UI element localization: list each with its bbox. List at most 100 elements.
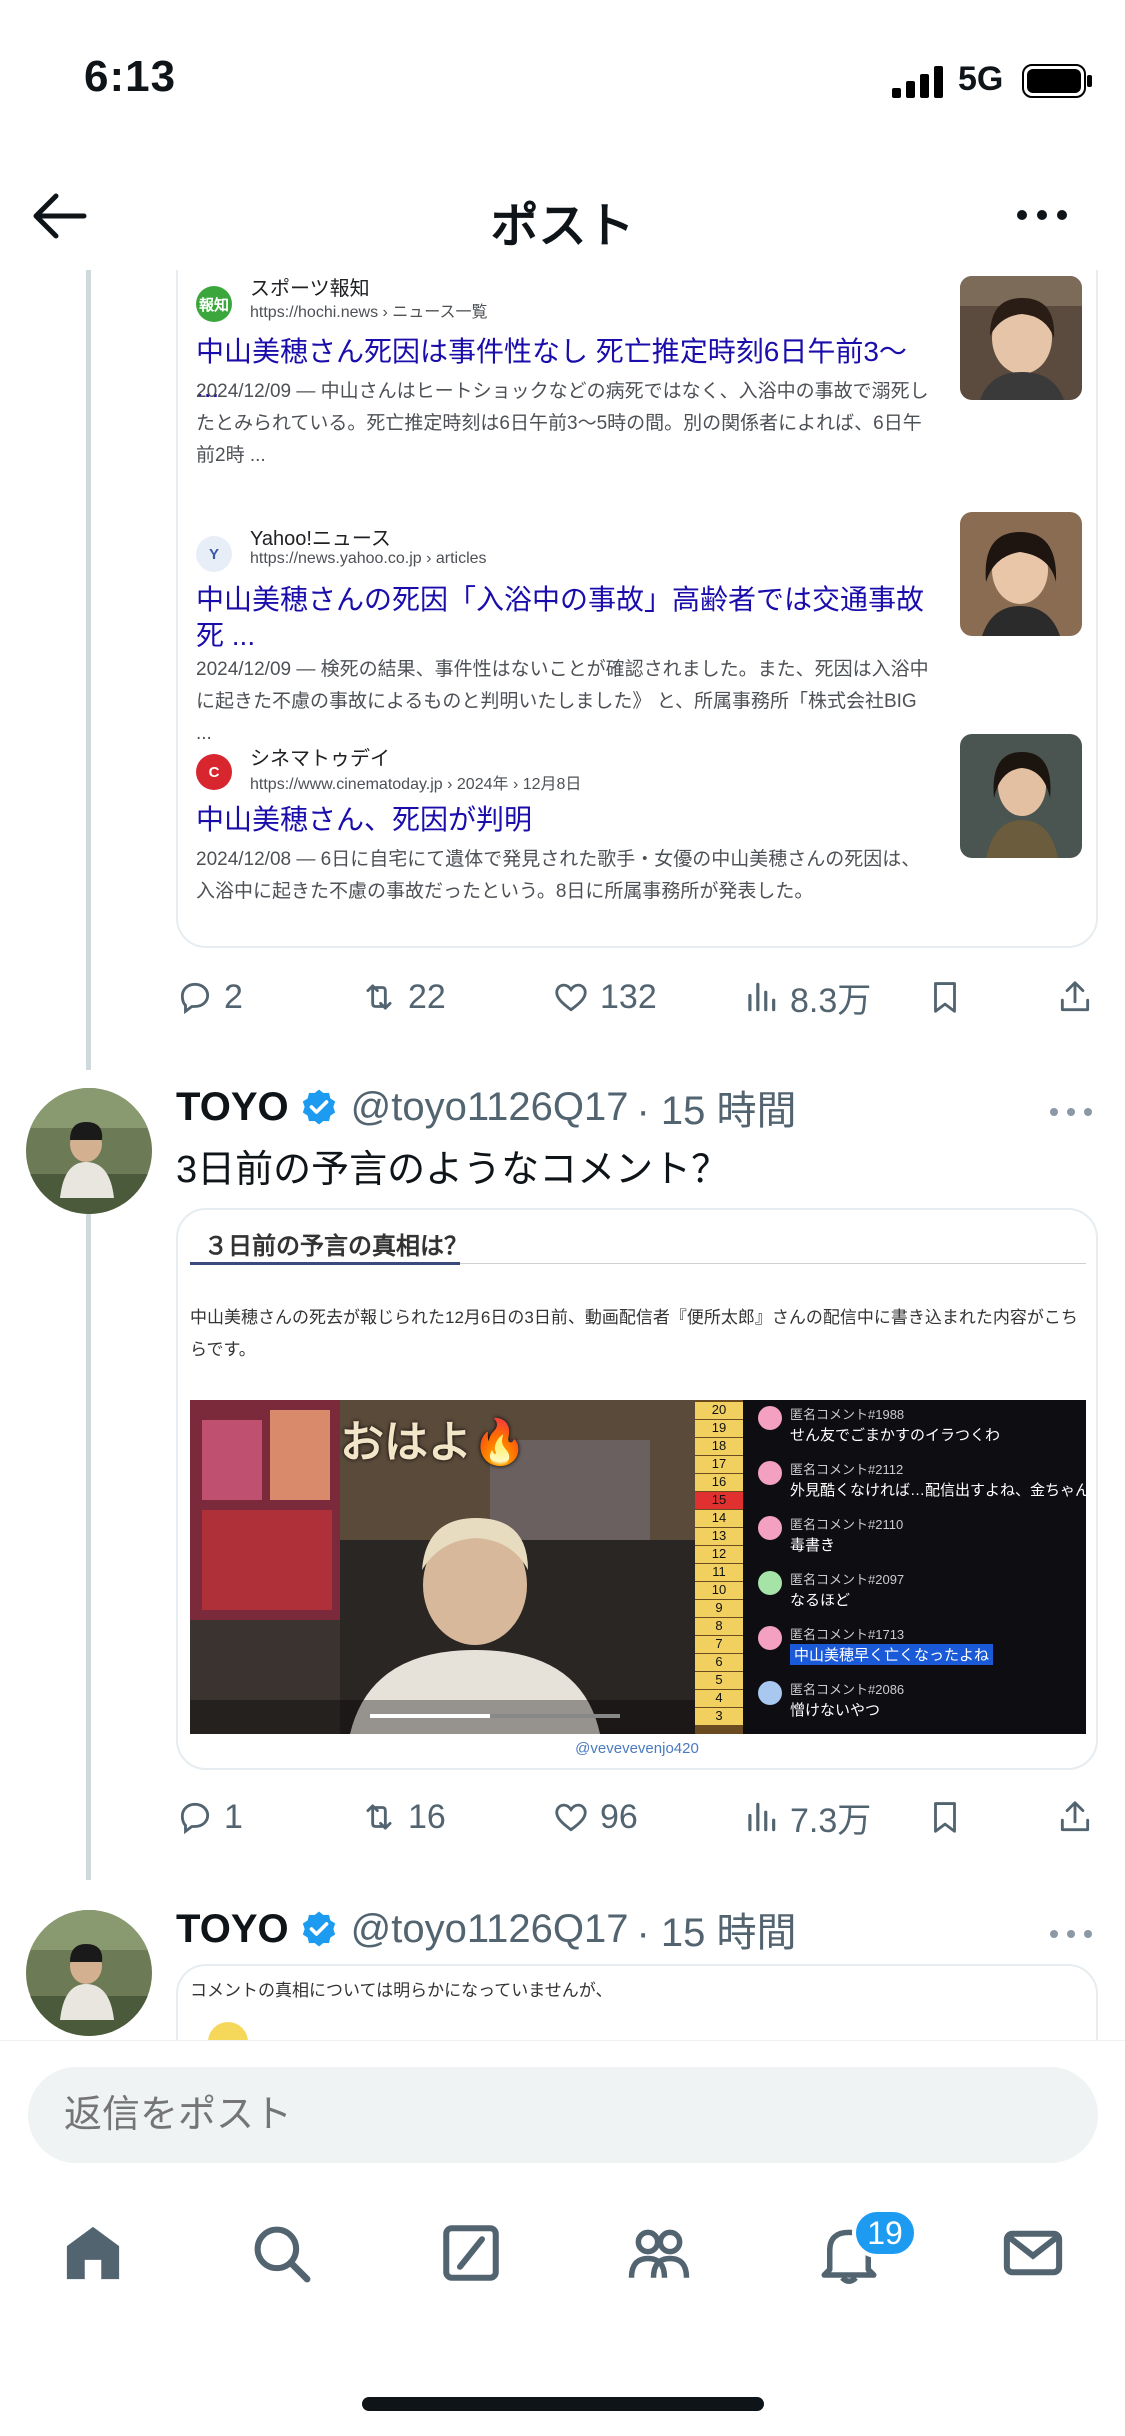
chat-comment: 匿名コメント#2097 なるほど — [750, 1565, 1086, 1620]
views-button[interactable]: 8.3万 — [742, 972, 871, 1022]
ladder-number: 10 — [695, 1582, 743, 1599]
result-thumbnail — [960, 512, 1082, 636]
result-url: https://hochi.news › ニュース一覧 — [250, 304, 488, 321]
like-count: 96 — [600, 1797, 638, 1836]
like-button[interactable]: 132 — [552, 972, 657, 1022]
reply-input[interactable] — [28, 2067, 1098, 2163]
user-handle[interactable]: @toyo1126Q17 — [351, 1907, 629, 1952]
ladder-number: 5 — [695, 1672, 743, 1689]
post-more-icon[interactable] — [1048, 1924, 1094, 1944]
repost-count: 16 — [408, 1797, 446, 1836]
messages-icon[interactable] — [1000, 2220, 1066, 2286]
video-banner-text: おはよ🔥 — [340, 1418, 527, 1467]
ladder-number: 17 — [695, 1456, 743, 1473]
comment-user: 匿名コメント#2112 — [790, 1462, 904, 1477]
chat-avatar-icon — [758, 1681, 782, 1705]
search-result[interactable]: Y Yahoo!ニュース https://news.yahoo.co.jp › … — [178, 482, 1096, 744]
ladder-number: 7 — [695, 1636, 743, 1653]
comment-user: 匿名コメント#2097 — [790, 1572, 905, 1587]
chat-avatar-icon — [758, 1626, 782, 1650]
compose-area — [0, 2040, 1125, 2170]
page-title: ポスト — [490, 200, 635, 253]
ladder-number: 11 — [695, 1564, 743, 1581]
post-header: TOYO @toyo1126Q17 · 15 時間 — [176, 1904, 797, 1956]
thread-line — [86, 1170, 91, 1880]
repost-button[interactable]: 22 — [360, 972, 446, 1022]
top-header: ポスト — [0, 160, 1125, 270]
share-icon[interactable] — [1056, 972, 1094, 1022]
ladder-number: 14 — [695, 1510, 743, 1527]
media-card[interactable]: ３日前の予言の真相は？ 中山美穂さんの死去が報じられた12月6日の3日前、動画配… — [176, 1208, 1098, 1770]
result-site: シネマトゥデイ — [250, 748, 390, 770]
avatar[interactable] — [26, 1910, 152, 2036]
comment-list: 匿名コメント#1988 せん友でごまかすのイラつくわ 匿名コメント#2112 外… — [750, 1400, 1090, 1730]
media-card[interactable]: コメントの真相については明らかになっていませんが、 — [176, 1964, 1098, 2040]
status-time: 6:13 — [84, 52, 177, 101]
post-more-icon[interactable] — [1048, 1102, 1094, 1122]
result-title[interactable]: 中山美穂さん、死因が判明 — [196, 802, 936, 838]
views-count: 8.3万 — [790, 981, 872, 1020]
reply-icon — [180, 1802, 210, 1835]
bottom-tab-bar — [0, 2190, 1125, 2330]
home-indicator — [362, 2397, 764, 2411]
cinematoday-favicon: C — [196, 754, 232, 790]
ladder-number: 12 — [695, 1546, 743, 1563]
bookmark-icon[interactable] — [926, 972, 964, 1022]
comment-text-highlighted: 中山美穂早く亡くなったよね — [790, 1644, 994, 1665]
chat-comment: 匿名コメント#2112 外見酷くなければ…配信出すよね、金ちゃん — [750, 1455, 1090, 1510]
hochi-favicon: 報知 — [196, 286, 232, 322]
thread-line — [86, 270, 91, 1070]
battery-icon — [1022, 64, 1092, 98]
verified-badge-icon — [302, 1089, 335, 1125]
display-name[interactable]: TOYO — [176, 1085, 289, 1130]
views-button[interactable]: 7.3万 — [742, 1792, 871, 1842]
user-handle[interactable]: @toyo1126Q17 — [351, 1085, 629, 1130]
chat-avatar-icon — [758, 1571, 782, 1595]
ladder-number: 4 — [695, 1690, 743, 1707]
result-url: https://news.yahoo.co.jp › articles — [250, 550, 487, 567]
result-thumbnail — [960, 276, 1082, 400]
search-result[interactable]: C シネマトゥデイ https://www.cinematoday.jp › 2… — [178, 732, 1096, 946]
chat-avatar-icon — [758, 1406, 782, 1430]
post-text: 3日前の予言のようなコメント？ — [176, 1149, 730, 1191]
media-card[interactable]: 報知 スポーツ報知 https://hochi.news › ニュース一覧 中山… — [176, 270, 1098, 948]
bookmark-icon[interactable] — [926, 1792, 964, 1842]
search-icon[interactable] — [248, 2220, 314, 2286]
avatar[interactable] — [26, 1088, 152, 1214]
search-result[interactable]: 報知 スポーツ報知 https://hochi.news › ニュース一覧 中山… — [178, 270, 1096, 466]
communities-icon[interactable] — [626, 2220, 692, 2286]
views-icon — [748, 1802, 776, 1832]
share-icon[interactable] — [1056, 1792, 1094, 1842]
card-text: コメントの真相については明らかになっていませんが、 — [190, 1981, 613, 2000]
stream-screenshot[interactable]: おはよ🔥 20 19 18 17 16 15 14 13 12 11 10 9 … — [190, 1400, 1090, 1734]
home-icon[interactable] — [60, 2220, 126, 2286]
reply-button[interactable]: 2 — [176, 972, 243, 1022]
ladder-number: 9 — [695, 1600, 743, 1617]
post-actions: 1 16 96 7.3万 — [176, 1792, 1098, 1842]
ladder-number: 8 — [695, 1618, 743, 1635]
reply-count: 2 — [224, 977, 243, 1016]
chat-comment: 匿名コメント#1988 せん友でごまかすのイラつくわ — [750, 1400, 1086, 1455]
ladder-number: 19 — [695, 1420, 743, 1437]
verified-badge-icon — [302, 1911, 335, 1947]
repost-button[interactable]: 16 — [360, 1792, 446, 1842]
ladder-number: 13 — [695, 1528, 743, 1545]
result-url: https://www.cinematoday.jp › 2024年 › 12月… — [250, 776, 582, 793]
image-credit: @vevevevenjo420 — [575, 1740, 699, 1757]
post-time: · 15 時間 — [636, 1089, 797, 1133]
repost-count: 22 — [408, 977, 446, 1016]
repost-icon — [366, 1804, 392, 1830]
more-options-icon[interactable] — [1012, 190, 1072, 240]
ladder-number: 20 — [695, 1402, 743, 1419]
post-time: · 15 時間 — [636, 1911, 797, 1955]
result-title[interactable]: 中山美穂さんの死因「入浴中の事故」高齢者では交通事故死 ... — [196, 582, 936, 654]
grok-icon[interactable] — [438, 2220, 504, 2286]
heart-icon — [555, 1803, 587, 1832]
comment-user: 匿名コメント#2110 — [790, 1517, 904, 1532]
like-button[interactable]: 96 — [552, 1792, 638, 1842]
chat-comment: 匿名コメント#2110 毒書き — [750, 1510, 1086, 1565]
reply-button[interactable]: 1 — [176, 1792, 243, 1842]
display-name[interactable]: TOYO — [176, 1907, 289, 1952]
repost-icon — [366, 984, 392, 1010]
notification-badge: 19 — [852, 2208, 918, 2258]
